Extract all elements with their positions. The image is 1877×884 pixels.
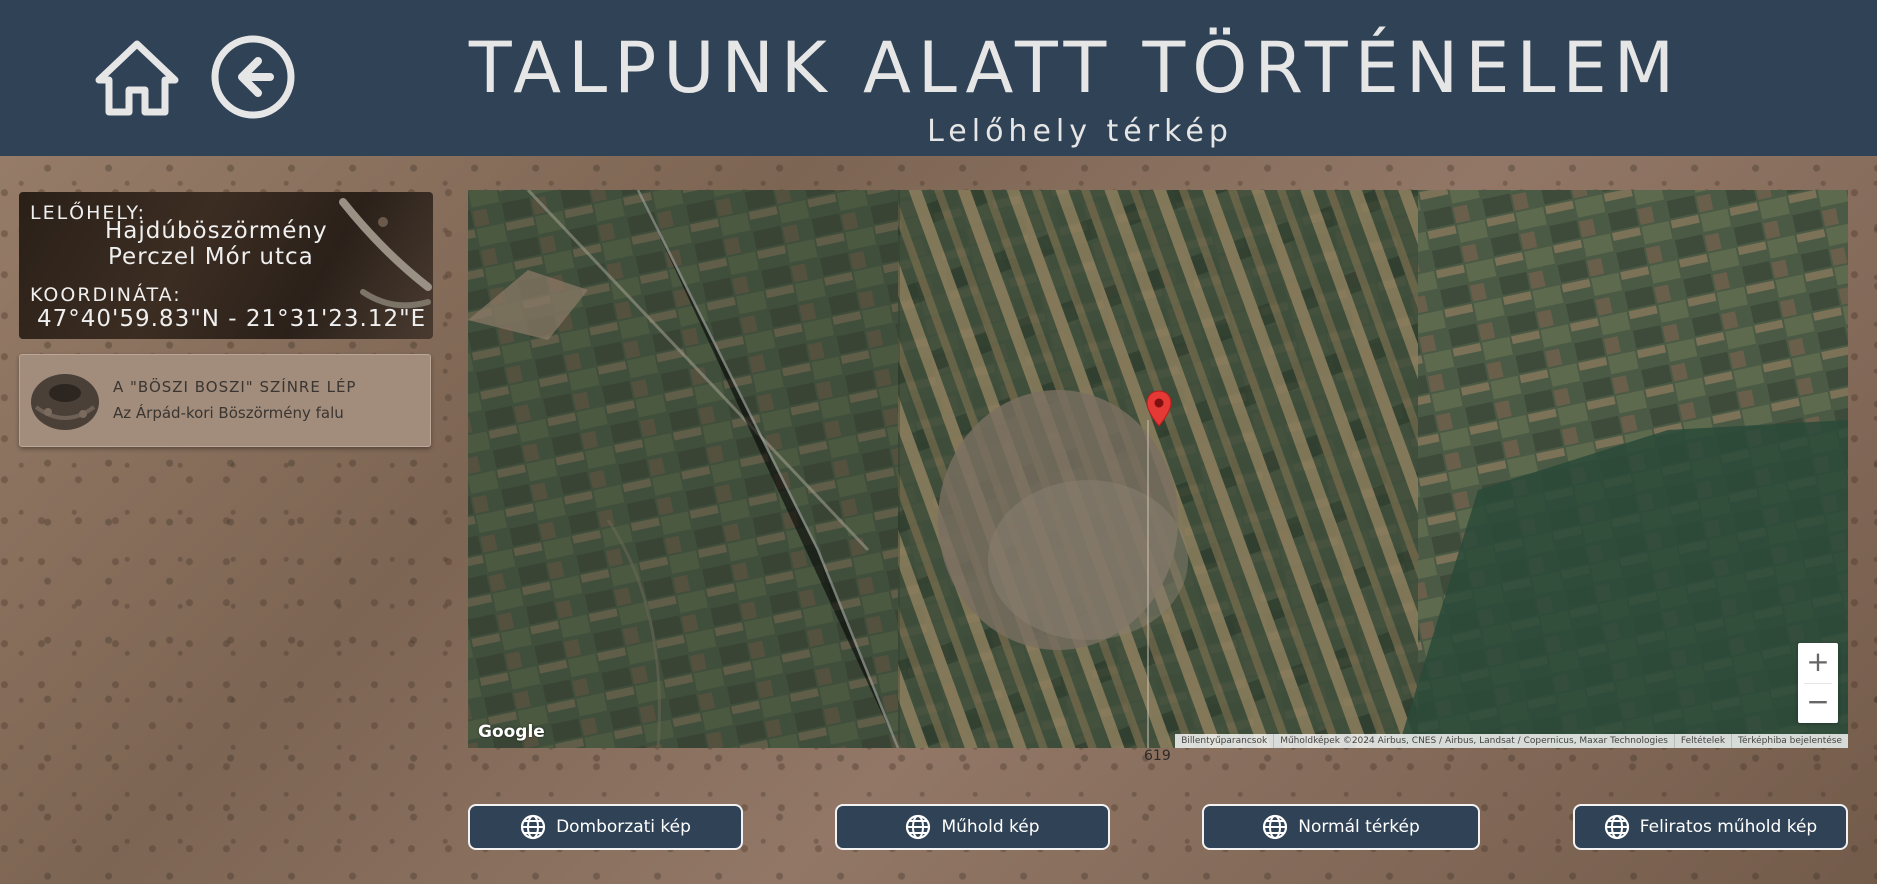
map-number-label: 619 — [1144, 748, 1171, 764]
story-title: A "BÖSZI BOSZI" SZÍNRE LÉP — [113, 378, 357, 396]
report-error-link[interactable]: Térképhiba bejelentése — [1731, 734, 1848, 748]
site-info-panel: LELŐHELY: Hajdúböszörmény Perczel Mór ut… — [19, 192, 433, 339]
coordinate-label: KOORDINÁTA: — [30, 284, 182, 306]
page-subtitle: Lelőhely térkép — [927, 114, 1233, 149]
labeled-satellite-button[interactable]: Feliratos műhold kép — [1573, 804, 1848, 850]
site-street: Perczel Mór utca — [108, 244, 314, 270]
zoom-in-button[interactable]: + — [1798, 643, 1838, 683]
back-button[interactable] — [210, 34, 296, 120]
satellite-view-label: Műhold kép — [941, 817, 1040, 837]
google-logo: Google — [478, 722, 545, 742]
globe-icon — [1263, 814, 1288, 840]
story-card[interactable]: A "BÖSZI BOSZI" SZÍNRE LÉP Az Árpád-kori… — [19, 354, 431, 447]
page-title: TALPUNK ALATT TÖRTÉNELEM — [468, 27, 1682, 109]
zoom-control: + − — [1798, 643, 1838, 723]
map-attribution: Billentyűparancsok Műholdképek ©2024 Air… — [1175, 734, 1848, 748]
satellite-view-button[interactable]: Műhold kép — [835, 804, 1110, 850]
coordinate-value: 47°40'59.83"N - 21°31'23.12"E — [37, 306, 427, 332]
zoom-out-button[interactable]: − — [1798, 683, 1838, 723]
home-icon[interactable] — [95, 38, 179, 118]
globe-icon — [520, 814, 546, 840]
globe-icon — [1604, 814, 1629, 840]
normal-map-label: Normál térkép — [1298, 817, 1420, 837]
terms-link[interactable]: Feltételek — [1673, 734, 1731, 748]
terrain-view-label: Domborzati kép — [556, 817, 691, 837]
zoom-divider — [1804, 683, 1832, 684]
story-subtitle: Az Árpád-kori Böszörmény falu — [113, 404, 344, 422]
labeled-satellite-label: Feliratos műhold kép — [1639, 817, 1818, 837]
normal-map-button[interactable]: Normál térkép — [1202, 804, 1480, 850]
imagery-credit: Műholdképek ©2024 Airbus, CNES / Airbus,… — [1273, 734, 1674, 748]
site-town: Hajdúböszörmény — [105, 218, 328, 244]
keyboard-shortcuts-link[interactable]: Billentyűparancsok — [1175, 734, 1273, 748]
globe-icon — [906, 814, 931, 840]
arrow-left-circle-icon — [211, 35, 295, 119]
satellite-imagery — [468, 190, 1848, 748]
terrain-view-button[interactable]: Domborzati kép — [468, 804, 743, 850]
header: TALPUNK ALATT TÖRTÉNELEM Lelőhely térkép — [0, 0, 1877, 156]
map-view[interactable]: Google + − Billentyűparancsok Műholdképe… — [468, 190, 1848, 748]
artifact-thumbnail — [31, 374, 99, 430]
map-pin-icon[interactable] — [1146, 390, 1172, 428]
